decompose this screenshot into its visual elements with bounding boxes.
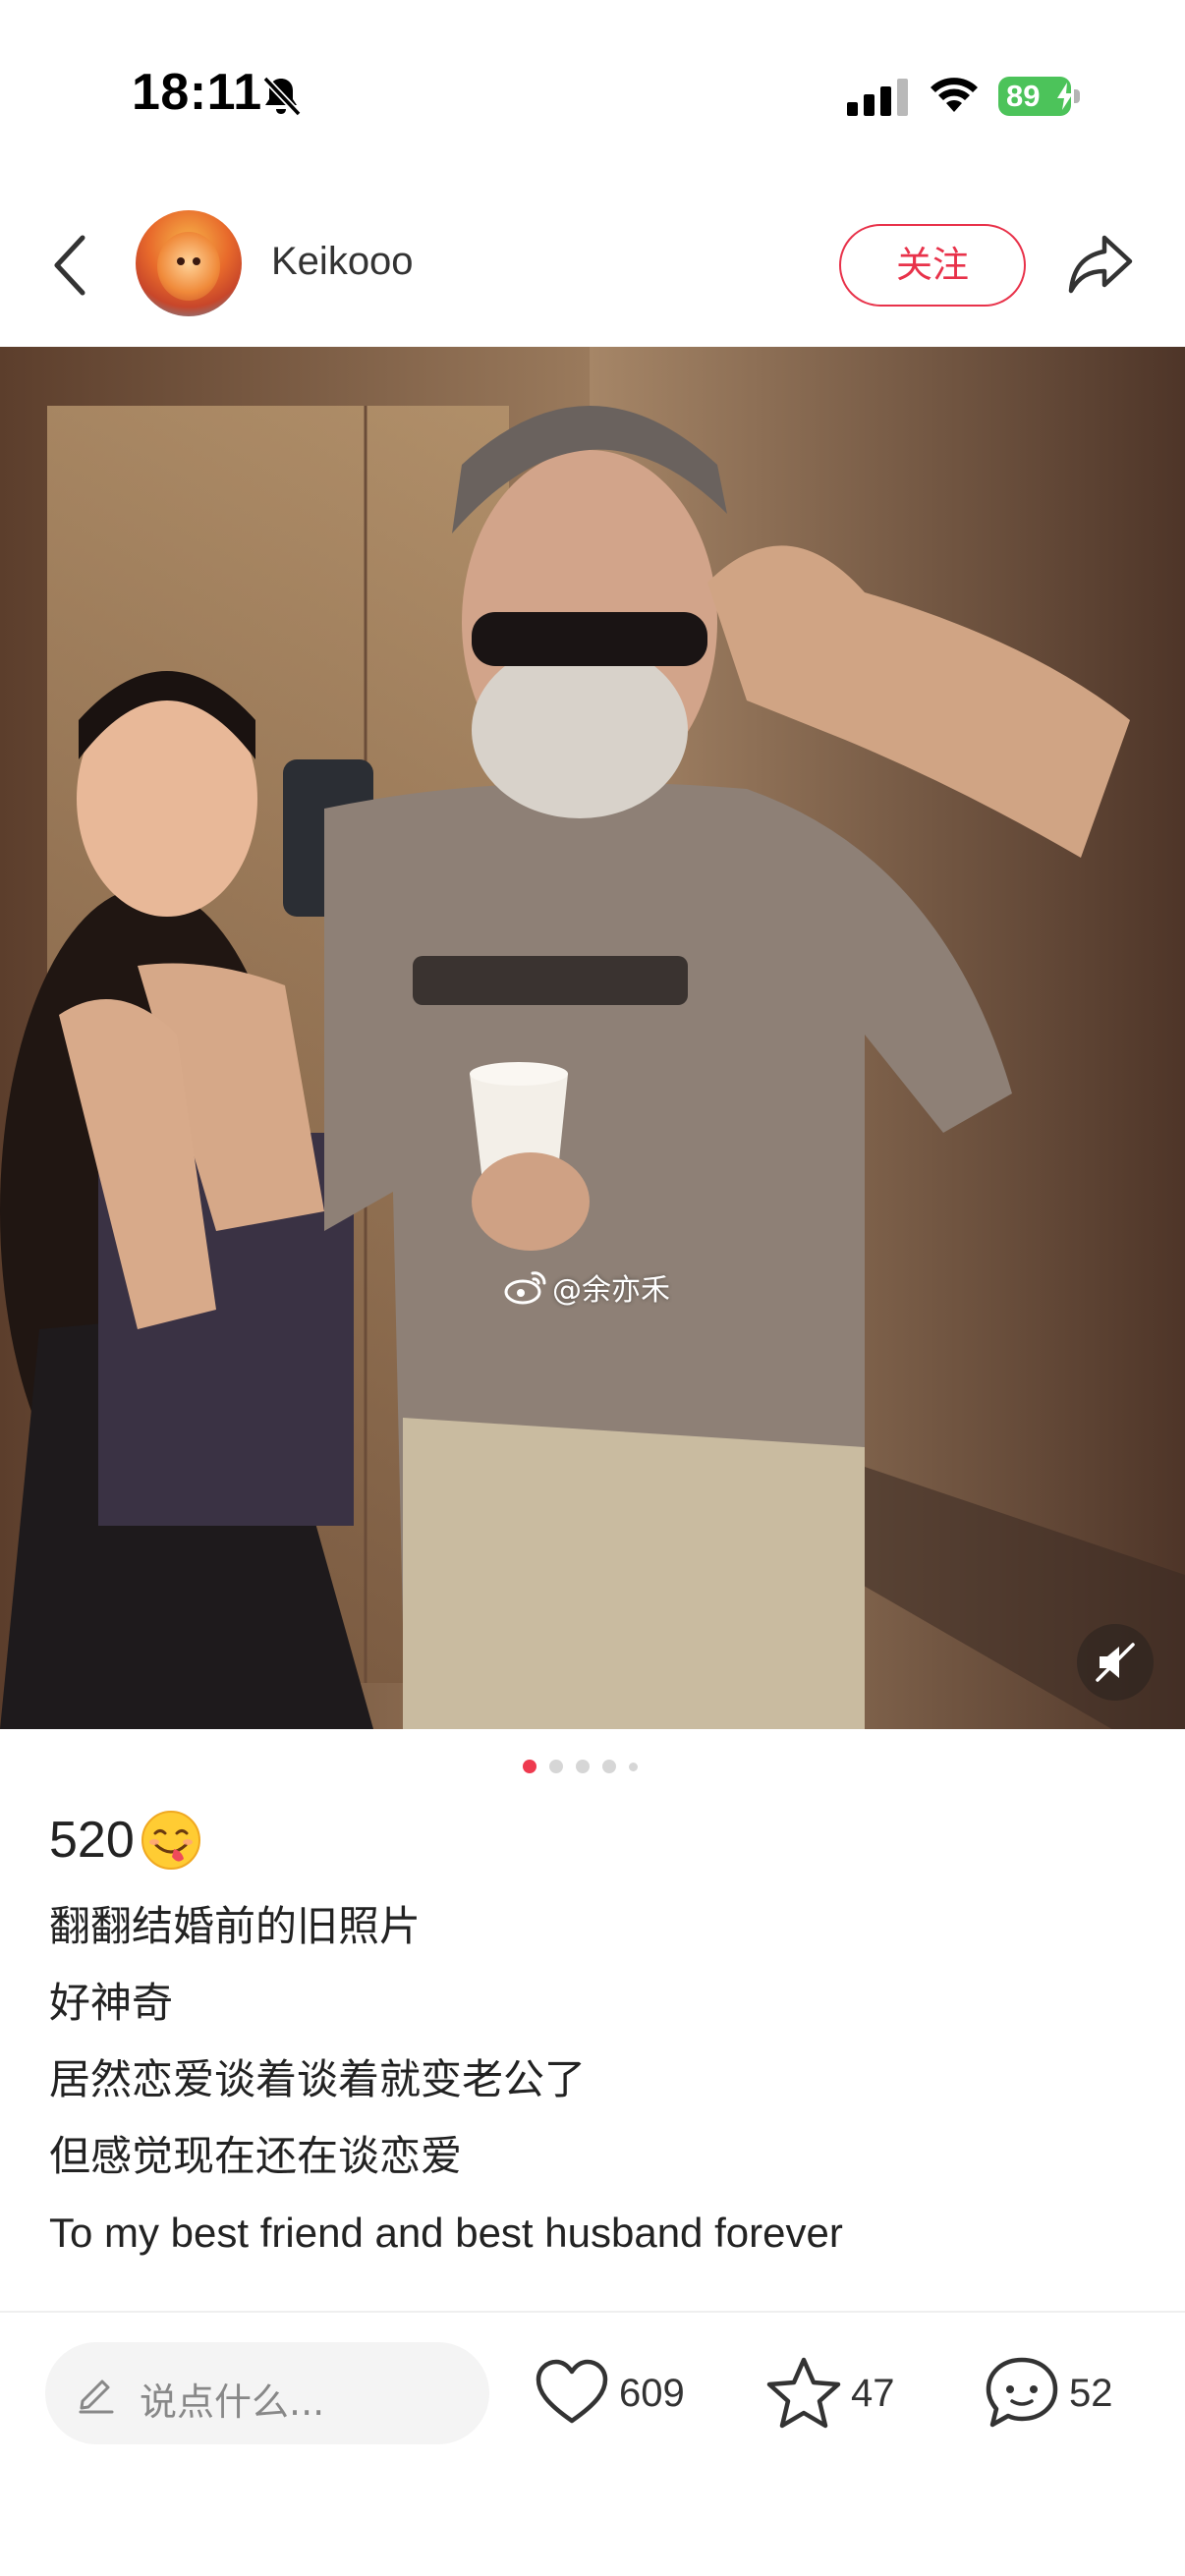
caption-line: 居然恋爱谈着谈着就变老公了 [49, 2055, 587, 2103]
caption-line: 但感觉现在还在谈恋爱 [49, 2132, 463, 2180]
bell-muted-icon [262, 76, 302, 117]
pencil-icon [79, 2380, 114, 2414]
pagination-dot[interactable] [549, 1760, 563, 1773]
watermark-text: @余亦禾 [552, 1273, 670, 1308]
pagination-dot[interactable] [523, 1760, 536, 1773]
yum-emoji-icon [141, 1811, 200, 1870]
heart-icon [536, 2359, 608, 2424]
comment-placeholder: 说点什么... [140, 2380, 325, 2424]
pagination-dot[interactable] [576, 1760, 590, 1773]
caption-line: To my best friend and best husband forev… [49, 2210, 843, 2256]
photo-illustration [0, 347, 1185, 1729]
wifi-icon [931, 78, 978, 112]
post-photo[interactable]: @余亦禾 [0, 347, 1185, 1729]
battery-tip [1074, 89, 1080, 103]
comment-input[interactable]: 说点什么... [45, 2342, 489, 2444]
bottom-divider [0, 2311, 1185, 2313]
avatar[interactable] [136, 210, 242, 316]
image-pagination [523, 1756, 650, 1777]
like-count: 609 [619, 2371, 685, 2415]
avatar-eye-left [177, 257, 185, 265]
mute-button[interactable] [1077, 1624, 1154, 1701]
status-bar: 18:11 89 [0, 0, 1185, 177]
avatar-face [157, 232, 220, 301]
caption-title: 520 [49, 1812, 135, 1869]
comment-bubble-icon [986, 2357, 1058, 2428]
battery-indicator: 89 [998, 77, 1081, 116]
pagination-dot[interactable] [629, 1762, 638, 1771]
like-button[interactable]: 609 [533, 2354, 685, 2433]
pagination-dot[interactable] [602, 1760, 616, 1773]
author-name[interactable]: Keikooo [271, 240, 414, 284]
comment-count: 52 [1069, 2371, 1113, 2415]
collect-button[interactable]: 47 [764, 2354, 895, 2433]
post-header: Keikooo 关注 [0, 196, 1185, 334]
follow-button[interactable]: 关注 [839, 224, 1026, 307]
collect-count: 47 [851, 2371, 895, 2415]
caption-line: 好神奇 [49, 1979, 174, 2027]
watermark: @余亦禾 [503, 1262, 670, 1312]
caption-line: 翻翻结婚前的旧照片 [49, 1902, 422, 1950]
avatar-eye-right [193, 257, 200, 265]
post-caption: 520 翻翻结婚前的旧照片 好神奇 居然恋爱谈着谈着就变老公了 但感觉现在还在谈… [49, 1806, 1140, 2271]
share-icon[interactable] [1065, 230, 1136, 299]
caption-title-row: 520 [49, 1806, 1140, 1875]
weibo-icon [504, 1271, 546, 1305]
cellular-signal-icon [847, 79, 908, 116]
caption-body: 翻翻结婚前的旧照片 好神奇 居然恋爱谈着谈着就变老公了 但感觉现在还在谈恋爱 T… [49, 1888, 1140, 2271]
comment-button[interactable]: 52 [983, 2354, 1113, 2433]
status-time: 18:11 [132, 64, 262, 121]
speaker-muted-icon [1096, 1643, 1135, 1682]
charging-bolt-icon [1057, 83, 1073, 110]
back-button[interactable] [43, 232, 102, 299]
star-icon [766, 2357, 841, 2429]
